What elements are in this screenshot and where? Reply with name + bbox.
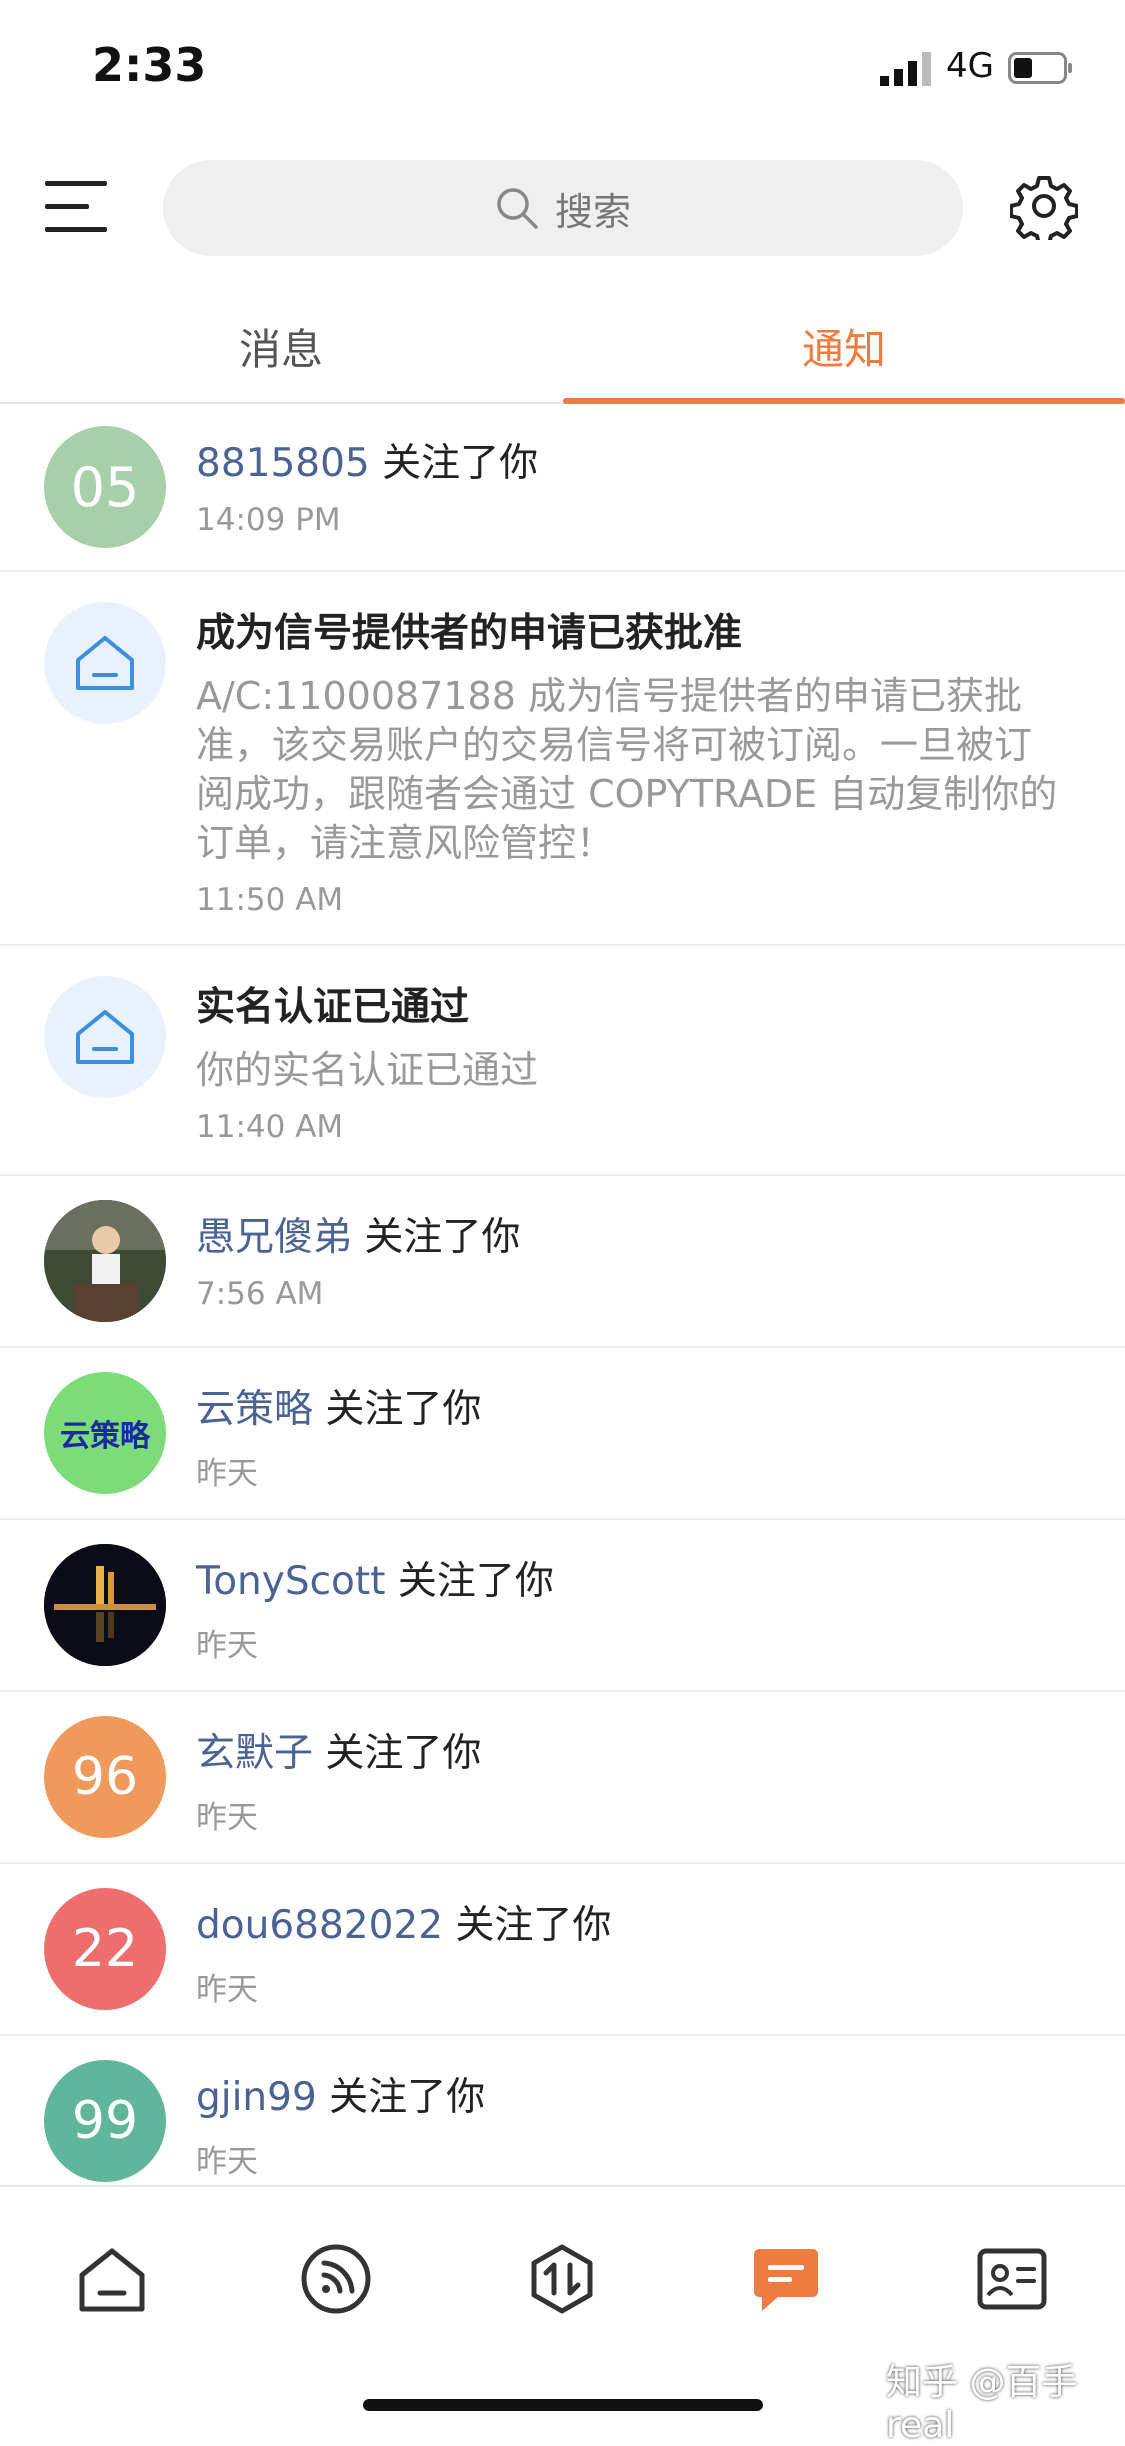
- username-link[interactable]: 玄默子: [196, 1731, 313, 1776]
- avatar[interactable]: 96: [44, 1716, 166, 1838]
- action-text: 关注了你: [352, 1215, 521, 1260]
- list-item[interactable]: 99 gjin99 关注了你 昨天: [0, 2036, 1125, 2206]
- tab-bar: 消息 通知: [0, 290, 1125, 404]
- notification-text: 愚兄傻弟 关注了你: [196, 1206, 1065, 1262]
- notification-list: 05 8815805 关注了你 14:09 PM 成为信号提供者的申请已获批准 …: [0, 402, 1125, 2206]
- search-input[interactable]: 搜索: [163, 160, 963, 256]
- avatar[interactable]: 云策略: [44, 1372, 166, 1494]
- list-item[interactable]: TonyScott 关注了你 昨天: [0, 1520, 1125, 1692]
- notification-title: 实名认证已通过: [196, 985, 470, 1030]
- avatar: [44, 602, 166, 724]
- avatar[interactable]: [44, 1200, 166, 1322]
- notification-title: 成为信号提供者的申请已获批准: [196, 611, 743, 656]
- status-bar: 2:33 4G: [0, 0, 1125, 140]
- notification-text: gjin99 关注了你: [196, 2066, 1065, 2122]
- username-link[interactable]: gjin99: [196, 2075, 317, 2120]
- notification-text: 8815805 关注了你: [196, 432, 1065, 488]
- notification-body: 你的实名认证已通过: [196, 1048, 539, 1092]
- battery-icon: [1008, 52, 1072, 84]
- avatar[interactable]: 22: [44, 1888, 166, 2010]
- timestamp: 14:09 PM: [196, 502, 341, 538]
- tab-messages[interactable]: 消息: [0, 290, 562, 402]
- notification-body: A/C:1100087188 成为信号提供者的申请已获批准，该交易账户的交易信号…: [196, 674, 1058, 865]
- list-item[interactable]: 愚兄傻弟 关注了你 7:56 AM: [0, 1176, 1125, 1348]
- top-bar: 搜索: [0, 150, 1125, 270]
- trade-icon: [531, 2244, 593, 2314]
- home-icon: [79, 2248, 145, 2312]
- gear-icon[interactable]: [1010, 172, 1078, 240]
- tab-notifications-label: 通知: [801, 324, 886, 374]
- tab-notifications[interactable]: 通知: [563, 290, 1125, 404]
- timestamp: 11:50 AM: [196, 882, 344, 918]
- timestamp: 11:40 AM: [196, 1109, 344, 1145]
- username-link[interactable]: 愚兄傻弟: [196, 1215, 352, 1260]
- timestamp: 昨天: [196, 1800, 258, 1836]
- timestamp: 昨天: [196, 1628, 258, 1664]
- nav-trade[interactable]: [522, 2239, 602, 2319]
- list-item[interactable]: 22 dou6882022 关注了你 昨天: [0, 1864, 1125, 2036]
- timestamp: 昨天: [196, 1456, 258, 1492]
- timestamp: 7:56 AM: [196, 1276, 324, 1312]
- notification-text: TonyScott 关注了你: [196, 1550, 1065, 1606]
- username-link[interactable]: TonyScott: [196, 1559, 386, 1604]
- watermark: 知乎 @百手real: [886, 2362, 1078, 2446]
- username-link[interactable]: 云策略: [196, 1387, 313, 1432]
- profile-card-icon: [977, 2248, 1047, 2310]
- notification-text: 玄默子 关注了你: [196, 1722, 1065, 1778]
- avatar-text: 99: [71, 2091, 139, 2151]
- menu-icon[interactable]: [45, 177, 115, 237]
- photo-avatar: [44, 1200, 166, 1322]
- avatar: [44, 976, 166, 1098]
- notification-text: 云策略 关注了你: [196, 1378, 1065, 1434]
- signal-icon: [880, 52, 931, 86]
- nav-home[interactable]: [72, 2239, 152, 2319]
- action-text: 关注了你: [385, 1559, 554, 1604]
- username-link[interactable]: 8815805: [196, 441, 370, 486]
- action-text: 关注了你: [313, 1731, 482, 1776]
- search-icon: [497, 188, 538, 229]
- avatar[interactable]: 99: [44, 2060, 166, 2182]
- house-icon: [76, 636, 134, 690]
- status-time: 2:33: [92, 38, 207, 92]
- avatar-text: 05: [70, 455, 140, 519]
- bottom-nav: 知乎 @百手real: [0, 2185, 1125, 2446]
- notification-text: dou6882022 关注了你: [196, 1894, 1065, 1950]
- avatar[interactable]: 05: [44, 426, 166, 548]
- avatar-text: 云策略: [60, 1419, 150, 1454]
- list-item[interactable]: 云策略 云策略 关注了你 昨天: [0, 1348, 1125, 1520]
- search-placeholder: 搜索: [554, 189, 631, 234]
- action-text: 关注了你: [443, 1903, 612, 1948]
- timestamp: 昨天: [196, 2144, 258, 2180]
- feed-icon: [301, 2244, 371, 2314]
- avatar-text: 96: [71, 1747, 139, 1807]
- action-text: 关注了你: [369, 441, 539, 486]
- action-text: 关注了你: [313, 1387, 482, 1432]
- timestamp: 昨天: [196, 1972, 258, 2008]
- night-photo-avatar: [44, 1544, 166, 1666]
- nav-messages[interactable]: [746, 2239, 826, 2319]
- avatar[interactable]: [44, 1544, 166, 1666]
- home-indicator[interactable]: [363, 2399, 763, 2411]
- list-item[interactable]: 成为信号提供者的申请已获批准 A/C:1100087188 成为信号提供者的申请…: [0, 572, 1125, 946]
- network-type: 4G: [946, 46, 994, 86]
- message-icon: [754, 2249, 818, 2311]
- action-text: 关注了你: [316, 2075, 486, 2120]
- list-item[interactable]: 96 玄默子 关注了你 昨天: [0, 1692, 1125, 1864]
- list-item[interactable]: 05 8815805 关注了你 14:09 PM: [0, 402, 1125, 572]
- nav-feed[interactable]: [296, 2239, 376, 2319]
- avatar-text: 22: [71, 1919, 139, 1979]
- list-item[interactable]: 实名认证已通过 你的实名认证已通过 11:40 AM: [0, 946, 1125, 1176]
- nav-profile[interactable]: [972, 2239, 1052, 2319]
- username-link[interactable]: dou6882022: [196, 1903, 443, 1948]
- house-icon: [76, 1010, 134, 1064]
